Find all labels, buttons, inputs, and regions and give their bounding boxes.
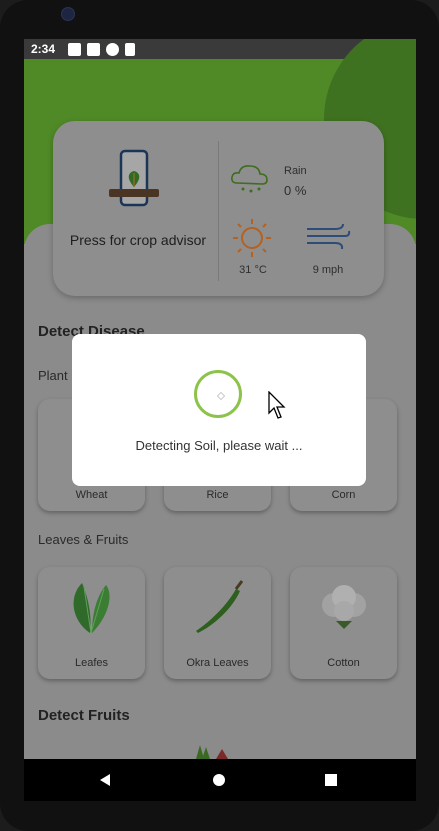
sun-icon: [233, 219, 271, 257]
tile-label: Corn: [331, 489, 356, 501]
tile-label: Cotton: [327, 657, 360, 669]
wind-label: 9 mph: [312, 264, 344, 276]
tile-label: Okra Leaves: [186, 657, 249, 669]
tile-label: Leafes: [74, 657, 109, 669]
tile-okra-leaves[interactable]: Okra Leaves: [164, 567, 271, 679]
fruits-icon: [196, 745, 228, 759]
notification-icon: [87, 43, 100, 56]
loading-dialog: Detecting Soil, please wait ...: [72, 334, 366, 486]
back-button-icon[interactable]: [98, 773, 112, 787]
rain-label: Rain: [284, 165, 307, 177]
tile-cotton[interactable]: Cotton: [290, 567, 397, 679]
cotton-icon: [322, 585, 366, 629]
navigation-bar: [24, 759, 416, 801]
front-camera: [61, 7, 75, 21]
phone-frame: 2:34 Press for crop advisor Rain 0 % 31 …: [0, 0, 439, 831]
rain-cloud-icon: [231, 165, 268, 193]
banana-leaf-icon: [73, 583, 110, 634]
recents-button-icon[interactable]: [324, 773, 338, 787]
spinner-center-dot: [216, 391, 226, 401]
advisor-weather-card: Press for crop advisor Rain 0 % 31 °C 9 …: [53, 121, 384, 296]
screen: 2:34 Press for crop advisor Rain 0 % 31 …: [24, 39, 416, 801]
home-button-icon[interactable]: [212, 773, 226, 787]
temperature-label: 31 °C: [239, 264, 267, 276]
tile-leafes[interactable]: Leafes: [38, 567, 145, 679]
status-time: 2:34: [31, 42, 56, 56]
plants-section-title: Plant: [38, 368, 68, 383]
loading-message: Detecting Soil, please wait ...: [135, 438, 303, 453]
sd-card-icon: [125, 43, 135, 56]
okra-icon: [196, 580, 244, 633]
card-divider: [218, 141, 219, 281]
tile-label: Rice: [206, 489, 229, 501]
detect-fruits-title: Detect Fruits: [38, 707, 130, 724]
crop-advisor-button[interactable]: Press for crop advisor: [53, 121, 218, 296]
tile-label: Wheat: [75, 489, 108, 501]
wind-icon: [307, 223, 351, 250]
leaves-section-title: Leaves & Fruits: [38, 532, 129, 547]
rain-value: 0 %: [284, 183, 307, 198]
loading-spinner: [194, 370, 242, 418]
notification-icon: [106, 43, 119, 56]
notification-icon: [68, 43, 81, 56]
crop-advisor-label: Press for crop advisor: [69, 232, 207, 248]
phone-plant-icon: [109, 149, 159, 207]
mouse-cursor-icon: [268, 391, 286, 419]
